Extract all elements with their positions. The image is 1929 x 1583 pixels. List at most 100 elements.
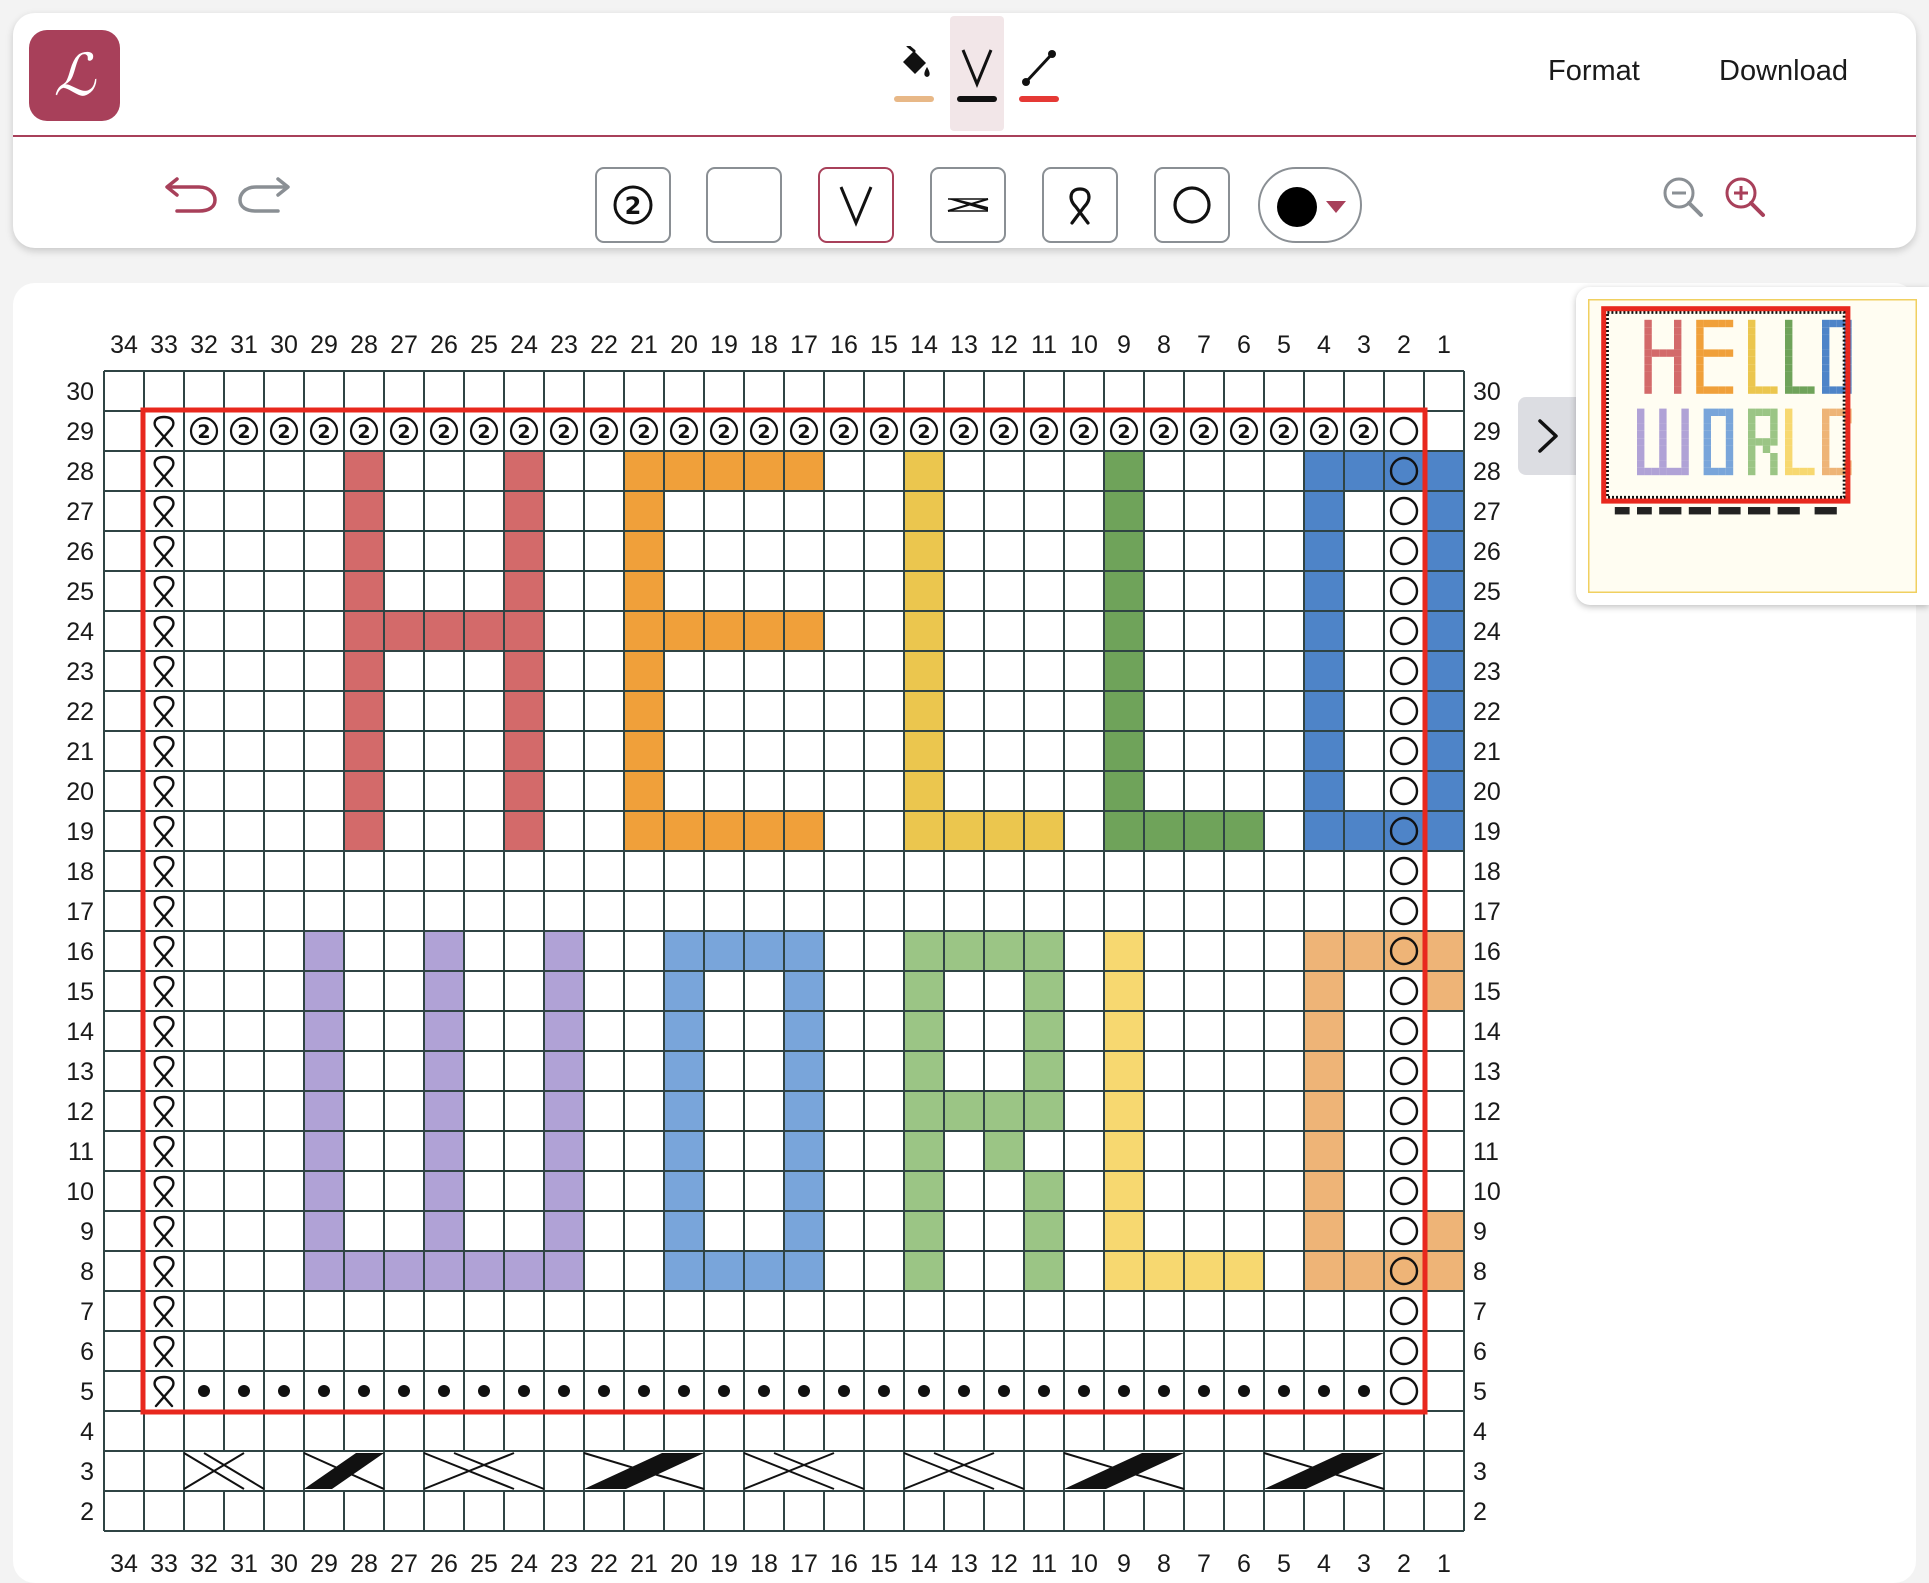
purl-stitch-button[interactable] (1154, 167, 1230, 243)
preview-cell (1674, 371, 1682, 379)
twisted-loop-symbol (153, 1375, 175, 1408)
dot-symbol (198, 1385, 210, 1397)
dot-symbol (798, 1385, 810, 1397)
app-logo[interactable]: ℒ (29, 30, 120, 121)
column-number: 31 (230, 1550, 258, 1578)
colored-cell (424, 1131, 464, 1171)
column-number: 9 (1117, 331, 1131, 359)
preview-cell (1785, 460, 1793, 468)
row-number: 25 (1473, 578, 1501, 606)
preview-cell (1681, 408, 1689, 416)
row-number: 20 (1473, 778, 1501, 806)
cable-symbol (583, 1452, 705, 1490)
purl-symbol (1389, 1016, 1419, 1046)
line-mode-button[interactable] (1012, 16, 1066, 131)
preview-cell (1829, 319, 1837, 328)
twist-2-symbol: 2 (469, 416, 499, 446)
preview-cable (1748, 507, 1771, 515)
download-menu[interactable]: Download (1719, 55, 1848, 88)
colored-cell (344, 531, 384, 571)
redo-icon[interactable] (236, 171, 292, 215)
column-number: 30 (270, 331, 298, 359)
preview-cell (1748, 327, 1756, 335)
fill-mode-button[interactable] (887, 16, 941, 131)
preview-cell (1785, 453, 1793, 461)
column-number: 26 (430, 331, 458, 359)
colored-cell (624, 451, 664, 491)
column-number: 21 (630, 331, 658, 359)
zoom-in-icon[interactable] (1723, 175, 1767, 219)
column-number: 20 (670, 1550, 698, 1578)
purl-symbol (1389, 496, 1419, 526)
svg-text:2: 2 (957, 421, 970, 443)
colored-cell (344, 611, 384, 651)
column-number: 33 (150, 1550, 178, 1578)
paint-bucket-icon (903, 45, 930, 77)
twist-2-symbol: 2 (509, 416, 539, 446)
twisted-knit-2-button[interactable]: 2 (595, 167, 671, 243)
preview-cell (1637, 423, 1645, 431)
colored-cell (1304, 1051, 1344, 1091)
colored-cell (344, 771, 384, 811)
colored-cell (664, 611, 704, 651)
stitch-v-icon (961, 48, 993, 88)
stitch-mode-button[interactable] (950, 16, 1004, 131)
colored-cell (904, 971, 944, 1011)
preview-cell (1711, 386, 1719, 394)
purl-symbol (1389, 776, 1419, 806)
twist-2-symbol: 2 (869, 416, 899, 446)
colored-cell (1424, 731, 1464, 771)
colored-cell (384, 611, 424, 651)
slip-stitch-button[interactable] (818, 167, 894, 243)
colored-cell (904, 1011, 944, 1051)
column-number: 3 (1357, 1550, 1371, 1578)
preview-cell (1703, 430, 1711, 439)
twisted-knit-button[interactable] (1042, 167, 1118, 243)
colored-cell (984, 1091, 1024, 1131)
preview-cable (1688, 507, 1711, 515)
row-number: 17 (1473, 898, 1501, 926)
color-picker[interactable] (1258, 167, 1362, 243)
row-number: 2 (1473, 1498, 1487, 1526)
preview-cell (1822, 460, 1830, 468)
preview-cell (1748, 423, 1756, 431)
preview-cell (1703, 416, 1711, 424)
column-number: 5 (1277, 331, 1291, 359)
preview-cell (1770, 416, 1778, 424)
preview-cell (1718, 349, 1726, 357)
preview-cable (1718, 507, 1741, 515)
preview-cell (1651, 467, 1660, 476)
colored-cell (304, 1211, 344, 1251)
colored-cell (664, 811, 704, 851)
preview-cell (1748, 438, 1756, 446)
svg-text:2: 2 (877, 421, 890, 443)
preview-cell (1822, 438, 1830, 446)
empty-stitch-button[interactable] (706, 167, 782, 243)
preview-cell (1644, 356, 1652, 365)
preview-cell (1748, 453, 1756, 461)
preview-cell (1762, 438, 1771, 446)
svg-text:2: 2 (797, 421, 810, 443)
colored-cell (1104, 811, 1144, 851)
format-menu[interactable]: Format (1548, 55, 1640, 88)
column-number: 29 (310, 1550, 338, 1578)
preview-cell (1748, 349, 1756, 357)
purl-symbol (1389, 736, 1419, 766)
column-number: 27 (390, 1550, 418, 1578)
line-mode-underline (1019, 95, 1059, 102)
column-number: 9 (1117, 1550, 1131, 1578)
preview-toggle[interactable] (1518, 397, 1576, 475)
preview-cell (1674, 386, 1682, 394)
cable-stitch-button[interactable] (930, 167, 1006, 243)
zoom-out-icon[interactable] (1661, 175, 1705, 219)
purl-symbol (1389, 1296, 1419, 1326)
row-number: 25 (66, 578, 94, 606)
chart-preview-thumbnail[interactable] (1588, 299, 1917, 593)
preview-cable (1614, 507, 1630, 515)
undo-icon[interactable] (163, 171, 219, 215)
colored-cell (1024, 1091, 1064, 1131)
colored-cell (664, 1171, 704, 1211)
preview-cell (1644, 379, 1652, 387)
colored-cell (504, 811, 544, 851)
colored-cell (1304, 451, 1344, 491)
